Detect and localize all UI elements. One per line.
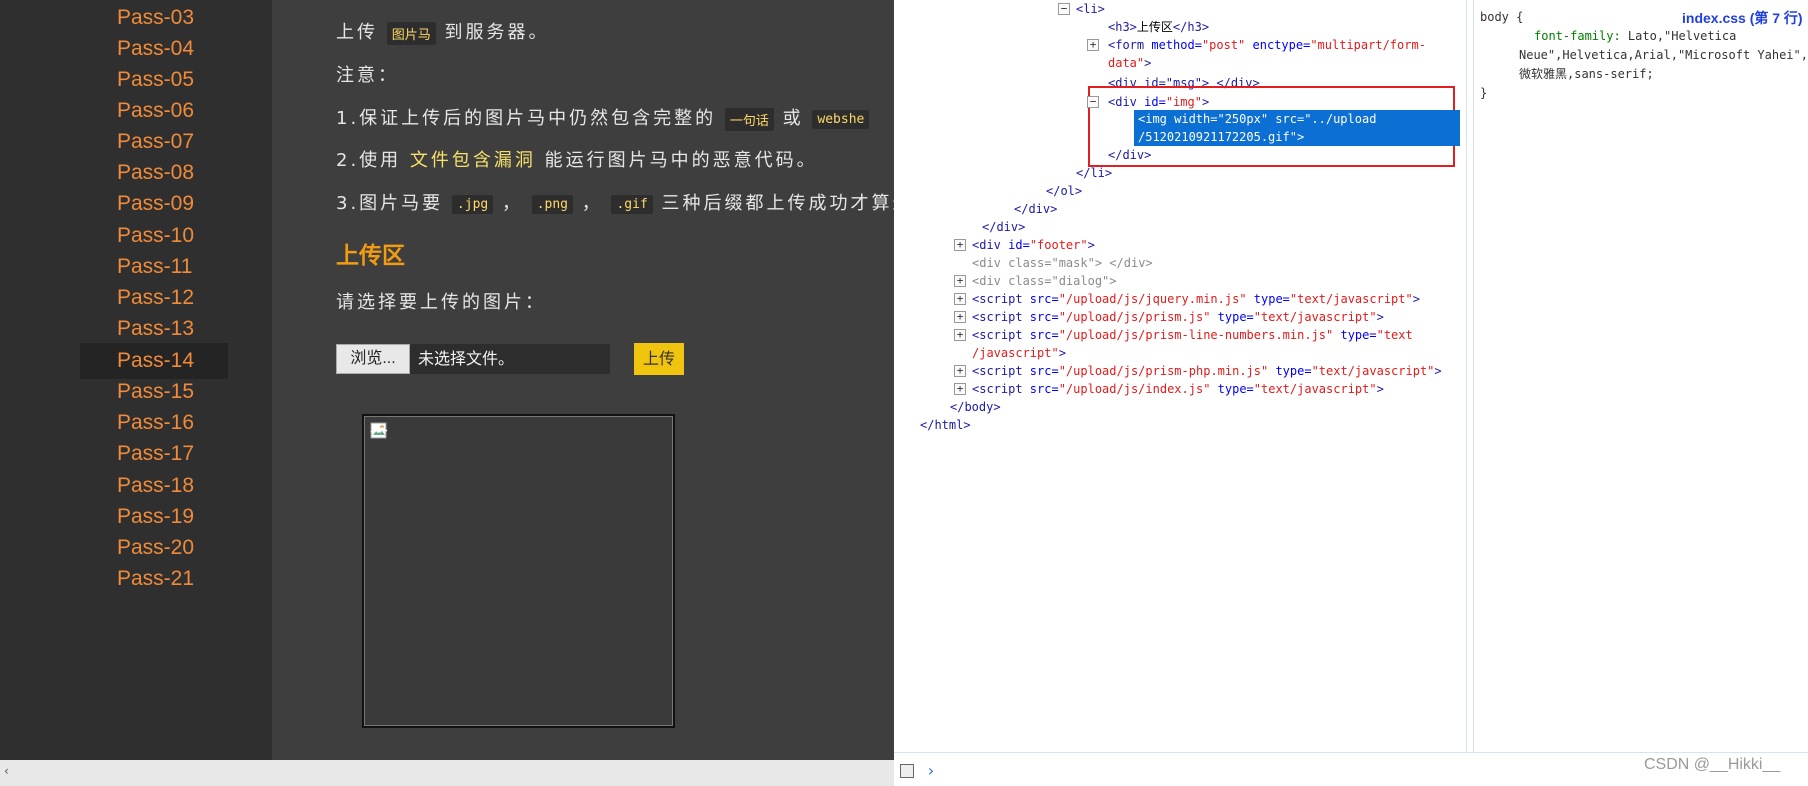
expand-toggle-icon[interactable]: + [954, 383, 966, 395]
code-tag-png: .png [531, 194, 574, 214]
dom-inspector: − <li> <h3>上传区</h3> + <form method="post… [894, 0, 1467, 752]
upload-button[interactable]: 上传 [634, 343, 684, 375]
note-2-text-b: 能运行图片马中的恶意代码。 [544, 150, 818, 171]
dom-node-ol-close: </ol> [1046, 184, 1083, 198]
dom-node-script-cont: /javascript"> [972, 346, 1066, 360]
intro-text-a: 上传 [336, 22, 378, 43]
expand-toggle-icon[interactable]: + [1087, 39, 1099, 51]
dom-node-h3[interactable]: <h3>上传区</h3> [1108, 18, 1209, 36]
separator-comma: ， [581, 193, 603, 214]
horizontal-scrollbar[interactable]: ‹ [0, 760, 894, 786]
css-source-link[interactable]: index.css (第 7 行) [1682, 8, 1803, 28]
css-selector: body { [1480, 10, 1524, 24]
sidebar: Pass-03 Pass-04 Pass-05 Pass-06 Pass-07 … [0, 0, 272, 760]
collapse-toggle-icon[interactable]: − [1087, 96, 1099, 108]
dom-node-script-prism-php[interactable]: <script src="/upload/js/prism-php.min.js… [972, 362, 1442, 380]
console-prompt-icon: › [926, 761, 936, 780]
code-tag-image-horse: 图片马 [386, 21, 436, 45]
main-content: 上传 图片马 到服务器。 注意： 1.保证上传后的图片马中仍然包含完整的 一句话… [272, 0, 894, 760]
collapse-toggle-icon[interactable]: − [1058, 3, 1070, 15]
note-item-2: 2.使用 文件包含漏洞 能运行图片马中的恶意代码。 [336, 146, 818, 172]
file-status-text: 未选择文件。 [418, 349, 515, 368]
sidebar-item-pass-17[interactable]: Pass-17 [80, 436, 228, 472]
dom-node-script-index[interactable]: <script src="/upload/js/index.js" type="… [972, 380, 1384, 398]
expand-toggle-icon[interactable]: + [954, 275, 966, 287]
dom-node-div-dialog[interactable]: <div class="dialog"> [972, 272, 1117, 290]
webpage-viewport: Pass-03 Pass-04 Pass-05 Pass-06 Pass-07 … [0, 0, 894, 786]
dom-node-div-close: </div> [982, 220, 1026, 234]
devtools-panel: − <li> <h3>上传区</h3> + <form method="post… [894, 0, 1808, 786]
styles-panel: index.css (第 7 行) body { font-family: La… [1473, 0, 1808, 752]
css-declaration[interactable]: font-family: Lato,"Helvetica [1534, 27, 1736, 46]
img-tag-line-1: <img width="250px" src="../upload [1138, 112, 1377, 126]
select-image-prompt: 请选择要上传的图片： [336, 292, 546, 313]
selected-img-node[interactable]: <img width="250px" src="../upload /51202… [1134, 110, 1460, 146]
note-item-1: 1.保证上传后的图片马中仍然包含完整的 一句话 或 webshe [336, 104, 870, 131]
separator-comma: ， [501, 193, 523, 214]
code-tag-webshell: webshe [812, 109, 870, 129]
dom-node-div-img[interactable]: <div id="img"> [1108, 93, 1209, 111]
note-heading: 注意： [336, 65, 399, 86]
intro-line: 上传 图片马 到服务器。 [336, 18, 549, 45]
dom-node-div-mask[interactable]: <div class="mask"> </div> [972, 254, 1153, 272]
expand-toggle-icon[interactable]: + [954, 311, 966, 323]
css-value-cont: 微软雅黑,sans-serif; [1519, 67, 1654, 81]
dom-node-script-jquery[interactable]: <script src="/upload/js/jquery.min.js" t… [972, 290, 1420, 308]
code-tag-one-liner: 一句话 [724, 107, 774, 131]
note-1-text-a: 1.保证上传后的图片马中仍然包含完整的 [336, 108, 717, 129]
file-input[interactable]: 浏览... 未选择文件。 [336, 344, 610, 374]
note-3-text-a: 3.图片马要 [336, 193, 444, 214]
dom-node-li[interactable]: <li> [1076, 0, 1105, 18]
sidebar-item-pass-09[interactable]: Pass-09 [80, 186, 228, 222]
expand-toggle-icon[interactable]: + [954, 365, 966, 377]
expand-toggle-icon[interactable]: + [954, 293, 966, 305]
dom-node-html-close: </html> [920, 418, 971, 432]
watermark: CSDN @__Hikki__ [1644, 756, 1781, 773]
expand-toggle-icon[interactable]: + [954, 329, 966, 341]
note-2-text-a: 2.使用 [336, 150, 402, 171]
note-item-3: 3.图片马要 .jpg ， .png ， .gif 三种后缀都上传成功才算过 [336, 189, 894, 215]
uploaded-image-preview [362, 414, 675, 728]
dom-node-div-footer[interactable]: <div id="footer"> [972, 236, 1095, 254]
dom-node-li-close: </li> [1076, 166, 1113, 180]
sidebar-item-pass-13[interactable]: Pass-13 [80, 311, 228, 347]
dom-node-script-prism[interactable]: <script src="/upload/js/prism.js" type="… [972, 308, 1384, 326]
note-1-text-b: 或 [782, 108, 804, 129]
dom-node-form[interactable]: <form method="post" enctype="multipart/f… [1108, 36, 1426, 54]
dom-node-div-close: </div> [1014, 202, 1058, 216]
code-tag-jpg: .jpg [451, 194, 494, 214]
file-inclusion-link[interactable]: 文件包含漏洞 [410, 150, 536, 171]
code-tag-gif: .gif [611, 194, 653, 214]
console-icon[interactable] [900, 764, 914, 778]
sidebar-item-pass-21[interactable]: Pass-21 [80, 561, 228, 597]
css-rule-end: } [1480, 86, 1488, 100]
note-3-text-b: 三种后缀都上传成功才算过 [661, 193, 894, 214]
broken-image-icon [370, 422, 388, 439]
upload-area-heading: 上传区 [336, 243, 405, 269]
dom-node-div-close: </div> [1108, 148, 1152, 162]
browse-button[interactable]: 浏览... [336, 344, 410, 374]
intro-text-b: 到服务器。 [444, 22, 550, 43]
expand-toggle-icon[interactable]: + [954, 239, 966, 251]
scroll-left-icon[interactable]: ‹ [4, 764, 16, 778]
dom-node-body-close: </body> [950, 400, 1001, 414]
img-tag-line-2: /5120210921172205.gif"> [1138, 130, 1305, 144]
dom-node-script-prism-line-numbers[interactable]: <script src="/upload/js/prism-line-numbe… [972, 326, 1413, 344]
dom-node-form-cont: data"> [1108, 56, 1152, 70]
css-value-cont: Neue",Helvetica,Arial,"Microsoft Yahei", [1519, 48, 1808, 62]
